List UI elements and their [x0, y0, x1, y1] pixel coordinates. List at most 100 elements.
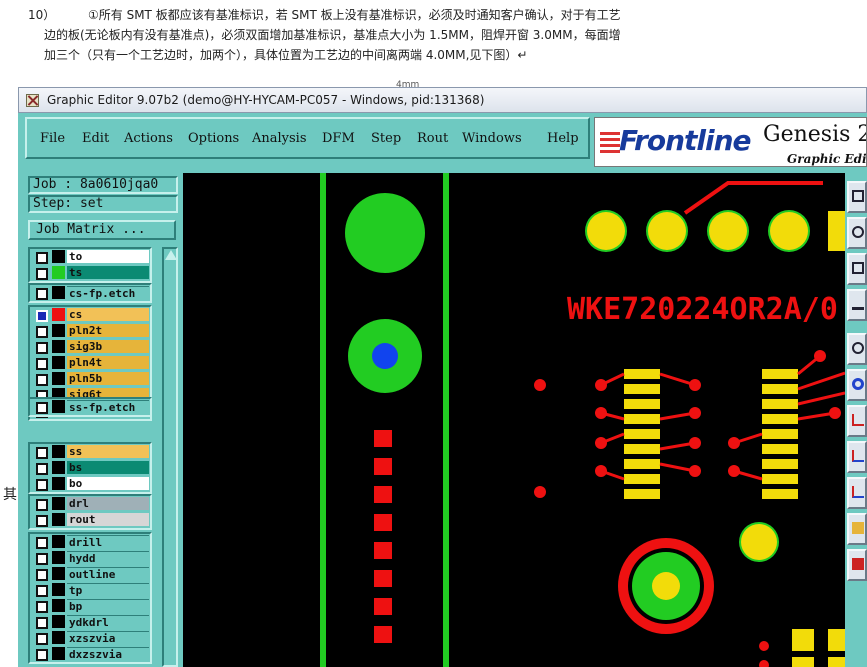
menu-actions[interactable]: Actions — [124, 131, 173, 146]
layer-name[interactable]: ss — [67, 445, 149, 458]
layer-checkbox[interactable] — [36, 288, 48, 300]
layer-color-swatch[interactable] — [52, 461, 65, 474]
graphics-canvas[interactable]: WKE720224OR2A/0 — [183, 173, 845, 667]
menu-file[interactable]: File — [40, 131, 65, 146]
layer-color-swatch[interactable] — [52, 497, 65, 510]
layer-name[interactable]: pln4t — [67, 356, 149, 369]
layer-name[interactable]: outline — [67, 567, 149, 581]
layer-row[interactable]: cs — [30, 307, 150, 323]
layer-name[interactable]: xzszvia — [67, 631, 149, 645]
layer-checkbox[interactable] — [36, 252, 48, 264]
layer-checkbox[interactable] — [36, 463, 48, 475]
layer-name[interactable]: ydkdrl — [67, 615, 149, 629]
layer-checkbox[interactable] — [36, 402, 48, 414]
layer-checkbox[interactable] — [36, 633, 48, 645]
layer-checkbox[interactable] — [36, 553, 48, 565]
layer-checkbox[interactable] — [36, 342, 48, 354]
layer-row[interactable]: hydd — [30, 550, 150, 566]
layer-color-swatch[interactable] — [52, 400, 65, 413]
layer-color-swatch[interactable] — [52, 599, 65, 612]
layer-row[interactable]: drill — [30, 534, 150, 550]
layer-checkbox[interactable] — [36, 479, 48, 491]
layer-checkbox[interactable] — [36, 617, 48, 629]
layer-name[interactable]: rout — [67, 513, 149, 526]
job-matrix-button[interactable]: Job Matrix ... — [28, 220, 176, 240]
layer-color-swatch[interactable] — [52, 535, 65, 548]
layer-name[interactable]: drill — [67, 535, 149, 549]
layer-color-swatch[interactable] — [52, 615, 65, 628]
layer-checkbox[interactable] — [36, 374, 48, 386]
menu-windows[interactable]: Windows — [462, 131, 522, 146]
layer-color-swatch[interactable] — [52, 583, 65, 596]
layer-row[interactable]: ss-fp.etch — [30, 399, 150, 415]
layer-color-swatch[interactable] — [52, 250, 65, 263]
layer-color-swatch[interactable] — [52, 567, 65, 580]
layer-checkbox[interactable] — [36, 326, 48, 338]
layer-color-swatch[interactable] — [52, 445, 65, 458]
layer-row[interactable]: outline — [30, 566, 150, 582]
layer-row[interactable]: xzszvia — [30, 630, 150, 646]
menu-dfm[interactable]: DFM — [322, 131, 355, 146]
layer-row[interactable]: tp — [30, 582, 150, 598]
layer-checkbox[interactable] — [36, 447, 48, 459]
menu-rout[interactable]: Rout — [417, 131, 448, 146]
layer-row[interactable]: ts — [30, 265, 150, 281]
layer-color-swatch[interactable] — [52, 372, 65, 385]
layer-row[interactable]: pln2t — [30, 323, 150, 339]
layer-row[interactable]: ss — [30, 444, 150, 460]
layer-color-swatch[interactable] — [52, 647, 65, 660]
tool-line-button[interactable] — [847, 405, 867, 437]
layer-color-swatch[interactable] — [52, 551, 65, 564]
menu-help[interactable]: Help — [547, 131, 579, 146]
layer-color-swatch[interactable] — [52, 513, 65, 526]
layer-name[interactable]: sig3b — [67, 340, 149, 353]
layer-checkbox[interactable] — [36, 268, 48, 280]
layer-name[interactable]: cs-fp.etch — [67, 286, 149, 300]
layer-name[interactable]: bo — [67, 477, 149, 490]
tool-net-button[interactable] — [847, 369, 867, 401]
layer-color-swatch[interactable] — [52, 340, 65, 353]
layer-row[interactable]: sig3b — [30, 339, 150, 355]
layer-row[interactable]: pln5b — [30, 371, 150, 387]
layer-name[interactable]: ts — [67, 266, 149, 279]
layer-name[interactable]: bs — [67, 461, 149, 474]
layer-row[interactable]: bp — [30, 598, 150, 614]
tool-slope-button[interactable] — [847, 477, 867, 509]
layer-checkbox[interactable] — [36, 585, 48, 597]
scroll-up-arrow-icon[interactable] — [165, 250, 177, 260]
layer-name[interactable]: dxzszvia — [67, 647, 149, 661]
menu-step[interactable]: Step — [371, 131, 401, 146]
layer-row[interactable]: cs-fp.etch — [30, 285, 150, 301]
layer-name[interactable]: ss-fp.etch — [67, 400, 149, 414]
layer-checkbox[interactable] — [36, 537, 48, 549]
tool-angle-button[interactable] — [847, 441, 867, 473]
layer-row[interactable]: rout — [30, 512, 150, 528]
layer-color-swatch[interactable] — [52, 477, 65, 490]
layer-name[interactable]: drl — [67, 497, 149, 510]
menu-options[interactable]: Options — [188, 131, 239, 146]
layer-checkbox[interactable] — [36, 499, 48, 511]
layer-name[interactable]: bp — [67, 599, 149, 613]
layer-name[interactable]: to — [67, 250, 149, 263]
layer-row[interactable]: pln4t — [30, 355, 150, 371]
tool-zoom-button[interactable] — [847, 333, 867, 365]
tool-move-up-button[interactable] — [847, 181, 867, 213]
layer-color-swatch[interactable] — [52, 266, 65, 279]
layer-name[interactable]: pln5b — [67, 372, 149, 385]
layer-color-swatch[interactable] — [52, 286, 65, 299]
layer-name[interactable]: tp — [67, 583, 149, 597]
tool-layer-button[interactable] — [847, 549, 867, 581]
title-bar[interactable]: Graphic Editor 9.07b2 (demo@HY-HYCAM-PC0… — [18, 87, 867, 113]
layer-checkbox[interactable] — [36, 310, 48, 322]
menu-analysis[interactable]: Analysis — [252, 131, 307, 146]
layer-list-scrollbar[interactable] — [162, 247, 178, 667]
layer-row[interactable]: dxzszvia — [30, 646, 150, 662]
layer-checkbox[interactable] — [36, 649, 48, 661]
layer-row[interactable]: to — [30, 249, 150, 265]
menu-edit[interactable]: Edit — [82, 131, 109, 146]
layer-row[interactable]: ydkdrl — [30, 614, 150, 630]
layer-checkbox[interactable] — [36, 569, 48, 581]
layer-name[interactable]: cs — [67, 308, 149, 321]
tool-pan-button[interactable] — [847, 217, 867, 249]
layer-row[interactable]: bo — [30, 476, 150, 492]
